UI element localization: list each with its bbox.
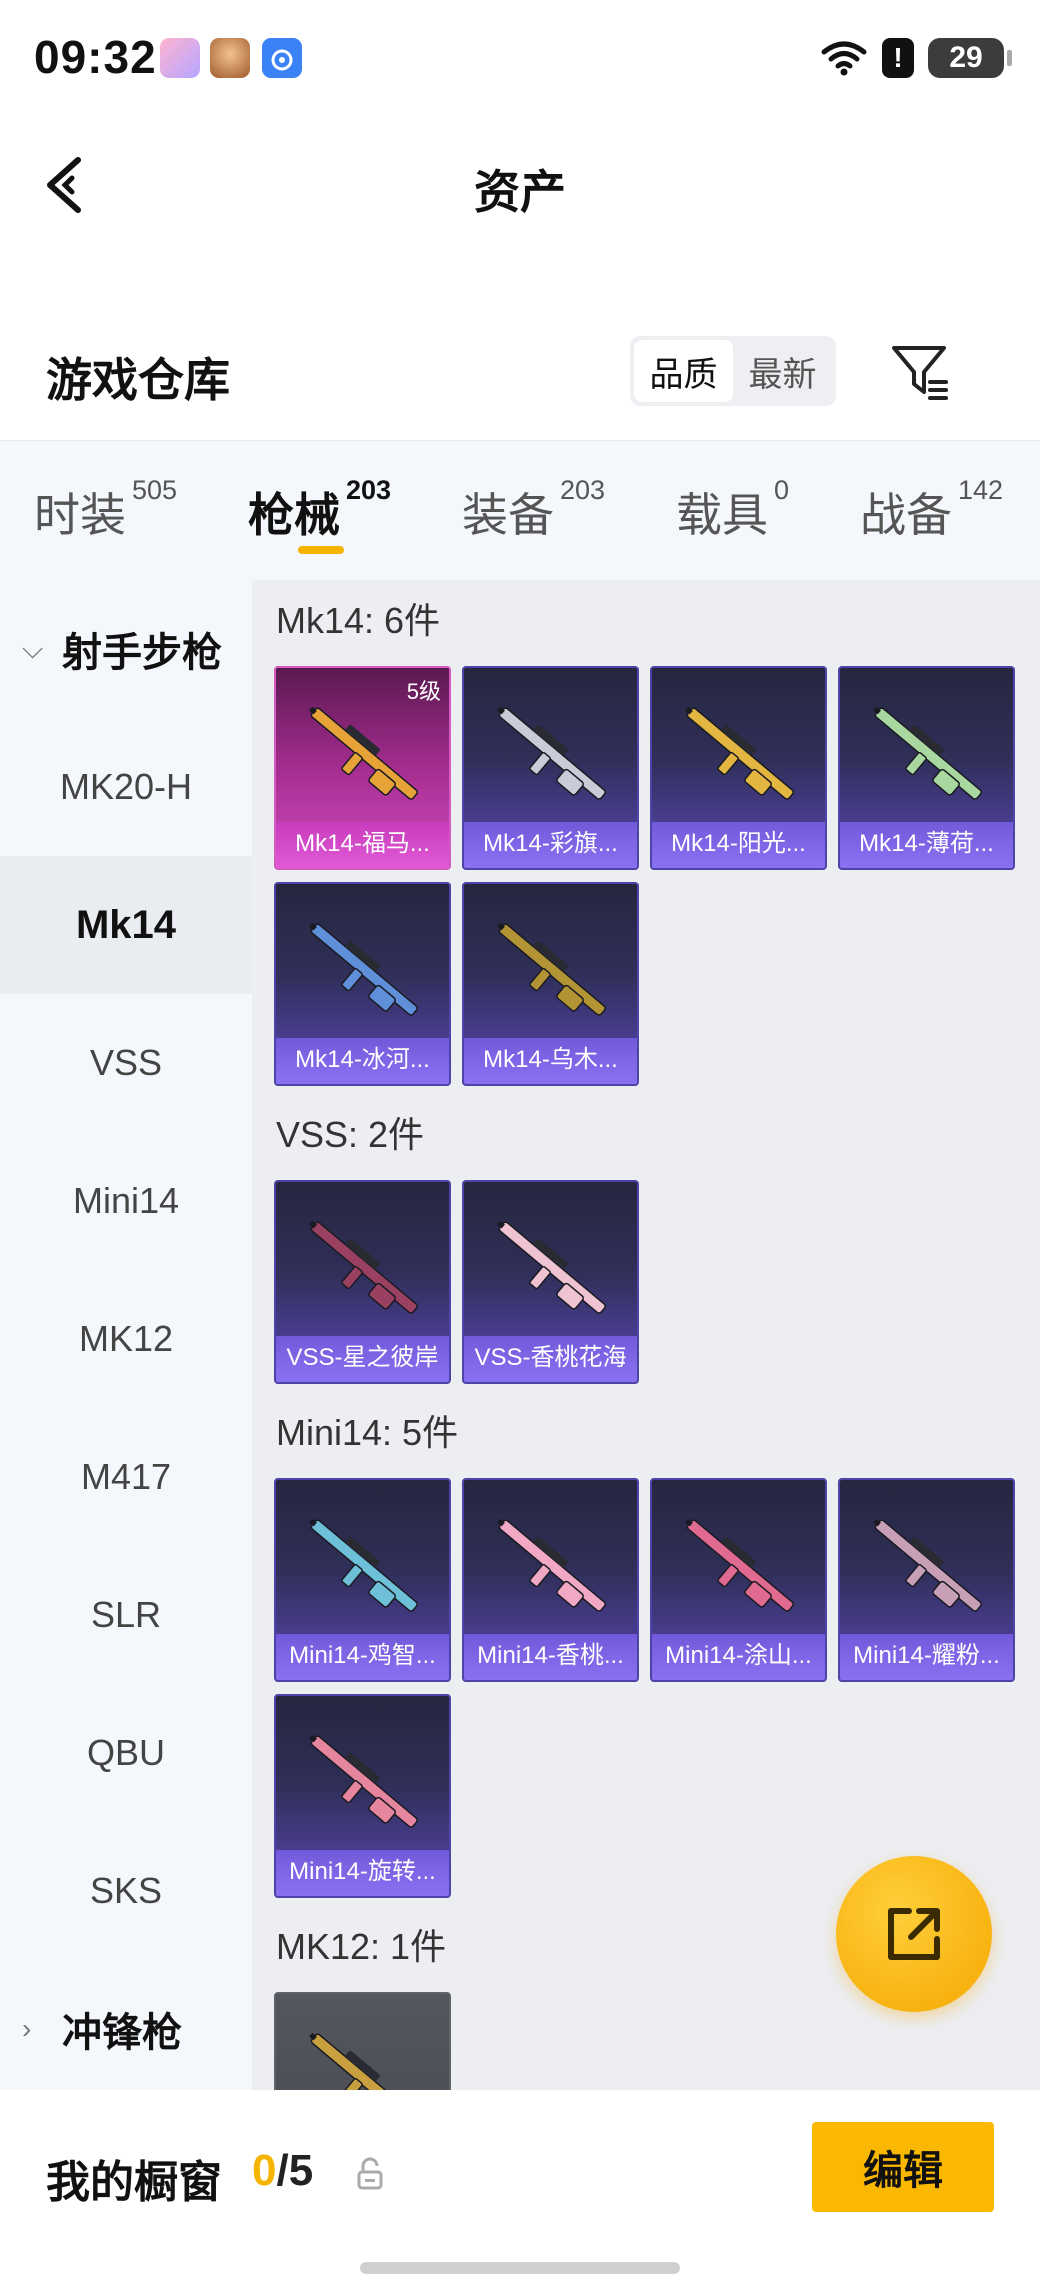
wifi-icon <box>821 41 867 76</box>
weapon-card[interactable]: VSS-星之彼岸 <box>274 1180 451 1384</box>
showcase-label: 我的橱窗 <box>46 2158 222 2207</box>
sort-quality-button[interactable]: 品质 <box>634 340 733 402</box>
battery-icon: 29 <box>928 38 1012 78</box>
sort-toggle: 品质 最新 <box>630 336 836 406</box>
weapon-card[interactable]: Mk14-薄荷... <box>838 666 1015 870</box>
tab-fashion[interactable]: 时装 505 <box>34 475 177 545</box>
section-title: MK12: 1件 <box>276 1926 447 1967</box>
share-button[interactable] <box>836 1856 992 2012</box>
cast-notification-icon <box>262 38 302 78</box>
weapon-card[interactable]: Mini14-耀粉... <box>838 1478 1015 1682</box>
weapon-skin-image <box>685 1518 794 1612</box>
weapon-name: Mini14-耀粉... <box>840 1634 1013 1680</box>
filter-icon <box>892 346 948 400</box>
share-icon <box>888 1908 940 1960</box>
page-title: 资产 <box>474 166 566 218</box>
weapon-card[interactable]: VSS-香桃花海 <box>462 1180 639 1384</box>
edit-showcase-button[interactable]: 编辑 <box>812 2122 994 2212</box>
section-title: VSS: 2件 <box>276 1114 425 1155</box>
top-nav: 资产 <box>0 120 1040 250</box>
alert-icon: ! <box>882 38 914 78</box>
weapon-name: Mk14-彩旗... <box>464 822 637 868</box>
sidebar-group-smg[interactable]: › 冲锋枪 <box>0 1960 252 2098</box>
weapon-name: Mini14-香桃... <box>464 1634 637 1680</box>
showcase-bar: 我的橱窗 0/5 编辑 <box>0 2090 1040 2295</box>
active-tab-indicator <box>298 546 344 554</box>
weapon-skin-image <box>497 1518 606 1612</box>
section-title: Mini14: 5件 <box>276 1412 459 1453</box>
weapon-name: VSS-香桃花海 <box>464 1336 637 1382</box>
sidebar-item[interactable]: M417 <box>0 1408 252 1546</box>
sidebar-item[interactable]: Mk14 <box>0 856 252 994</box>
weapon-name: Mk14-冰河... <box>276 1038 449 1084</box>
weapon-skin-image <box>497 922 606 1016</box>
tab-battle-prep[interactable]: 战备 142 <box>860 475 1003 545</box>
level-badge: 5级 <box>406 679 441 704</box>
status-bar: 09:32 ! 29 <box>0 0 1040 120</box>
weapon-name: Mini14-涂山... <box>652 1634 825 1680</box>
weapon-skin-image <box>309 1734 418 1828</box>
category-tabs: 时装 505 枪械 203 装备 203 载具 0 战备 142 <box>0 440 1040 580</box>
chevron-right-icon: › <box>22 2013 32 2044</box>
sidebar-item[interactable]: SKS <box>0 1822 252 1960</box>
weapon-skin-image <box>497 706 606 800</box>
weapon-name: Mini14-鸡智... <box>276 1634 449 1680</box>
home-indicator <box>360 2262 680 2274</box>
weapon-skin-image <box>685 706 794 800</box>
warehouse-header: 游戏仓库 品质 最新 <box>0 320 1040 440</box>
sidebar-item[interactable]: MK12 <box>0 1270 252 1408</box>
tab-equipment[interactable]: 装备 203 <box>462 475 605 545</box>
status-time: 09:32 <box>34 31 157 83</box>
weapon-card[interactable]: Mk14-彩旗... <box>462 666 639 870</box>
filter-button[interactable] <box>888 340 952 404</box>
weapon-card[interactable] <box>274 1992 451 2090</box>
sidebar-item[interactable]: Mini14 <box>0 1132 252 1270</box>
sidebar-item[interactable]: MK20-H <box>0 718 252 856</box>
tab-firearms[interactable]: 枪械 203 <box>248 475 391 545</box>
weapon-card[interactable]: Mk14-冰河... <box>274 882 451 1086</box>
sidebar-item[interactable]: QBU <box>0 1684 252 1822</box>
weapon-skin-image <box>873 1518 982 1612</box>
weapon-card[interactable]: Mk14-阳光... <box>650 666 827 870</box>
weapon-card[interactable]: Mini14-涂山... <box>650 1478 827 1682</box>
weapon-name: Mk14-薄荷... <box>840 822 1013 868</box>
warehouse-title: 游戏仓库 <box>46 354 230 406</box>
weapon-name: Mk14-阳光... <box>652 822 825 868</box>
weapon-name: VSS-星之彼岸 <box>276 1336 449 1382</box>
game-notification-icon <box>210 38 250 78</box>
tab-vehicles[interactable]: 载具 0 <box>676 475 789 545</box>
showcase-count: 0/5 <box>252 2146 314 2195</box>
weapon-name: Mk14-福马... <box>276 822 449 868</box>
weapon-skin-image <box>497 1220 606 1314</box>
app-notification-icon <box>160 38 200 78</box>
weapon-skin-image <box>309 706 418 800</box>
weapon-skin-image <box>309 2032 418 2090</box>
weapon-card[interactable]: Mini14-旋转... <box>274 1694 451 1898</box>
sidebar-item[interactable]: VSS <box>0 994 252 1132</box>
weapon-card[interactable]: 5级 Mk14-福马... <box>274 666 451 870</box>
sort-newest-button[interactable]: 最新 <box>733 340 832 402</box>
weapon-card[interactable]: Mini14-香桃... <box>462 1478 639 1682</box>
lock-icon <box>357 2157 383 2190</box>
weapon-name: Mk14-乌木... <box>464 1038 637 1084</box>
weapon-name: Mini14-旋转... <box>276 1850 449 1896</box>
weapon-card[interactable]: Mk14-乌木... <box>462 882 639 1086</box>
weapon-sidebar: ⌵ 射手步枪 MK20-H Mk14 VSS Mini14 MK12 M417 SLR QBU… <box>0 580 252 2090</box>
weapon-card[interactable]: Mini14-鸡智... <box>274 1478 451 1682</box>
weapon-skin-image <box>309 1518 418 1612</box>
weapon-skin-image <box>309 922 418 1016</box>
chevron-down-icon: ⌵ <box>22 632 44 664</box>
sidebar-item[interactable]: SLR <box>0 1546 252 1684</box>
weapon-skin-image <box>309 1220 418 1314</box>
weapon-skin-image <box>873 706 982 800</box>
section-title: Mk14: 6件 <box>276 600 441 641</box>
sidebar-group-dmr[interactable]: ⌵ 射手步枪 <box>0 580 252 718</box>
